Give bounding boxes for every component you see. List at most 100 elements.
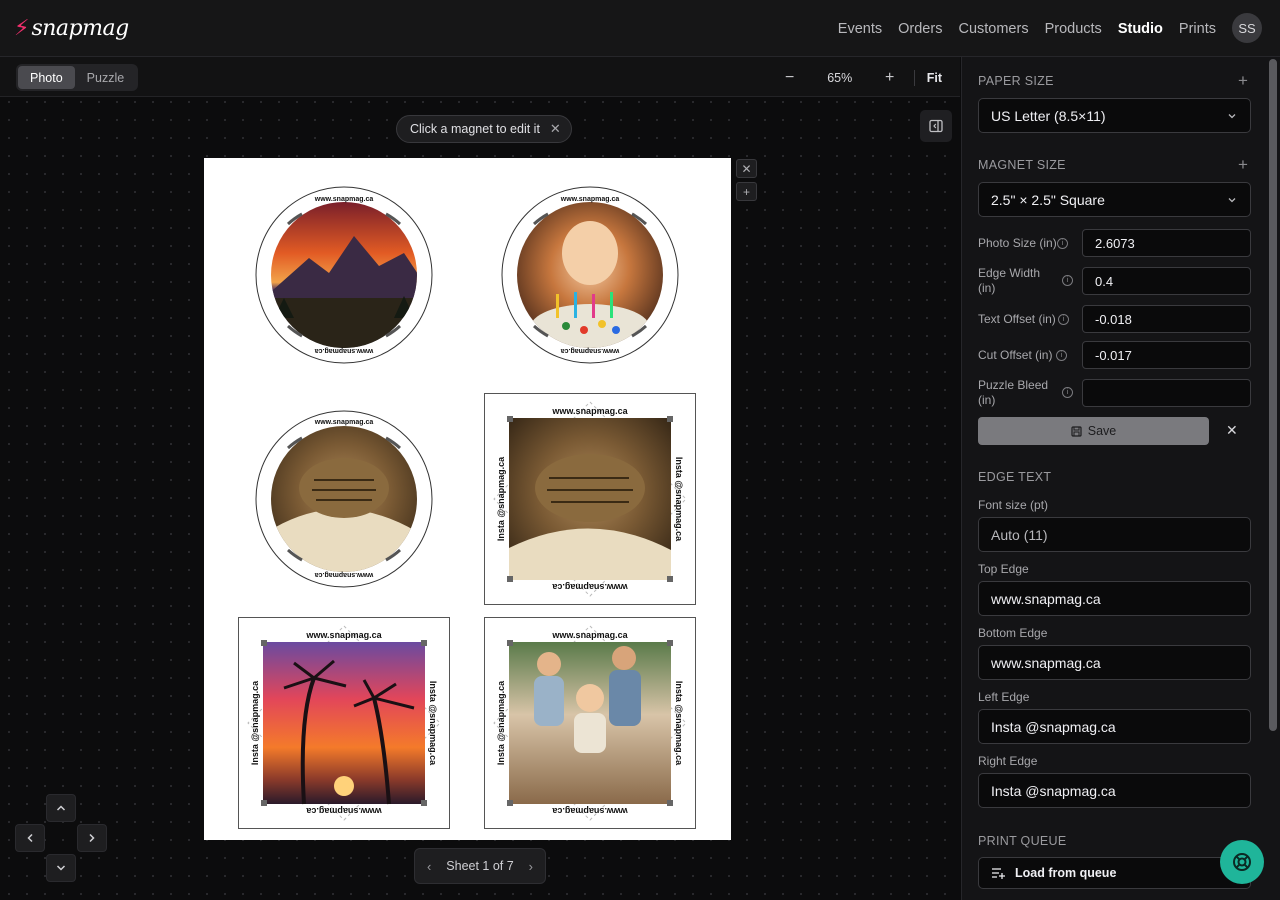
logo[interactable]: ⚡ snapmag (14, 12, 129, 44)
sheet-pager-label: Sheet 1 of 7 (446, 859, 514, 873)
magnet-left-text: Insta @snapmag.ca (250, 680, 260, 765)
load-from-queue-button[interactable]: Load from queue (978, 857, 1251, 889)
toggle-panel-button[interactable] (920, 110, 952, 142)
load-from-queue-label: Load from queue (1015, 866, 1117, 880)
magnet-size-select[interactable]: 2.5" × 2.5" Square (978, 182, 1251, 217)
right-edge-input[interactable] (978, 773, 1251, 808)
paper-size-select[interactable]: US Letter (8.5×11) (978, 98, 1251, 133)
nav-prints[interactable]: Prints (1179, 21, 1216, 37)
edit-hint-pill: Click a magnet to edit it ✕ (396, 115, 572, 143)
print-sheet: www.snapmag.ca www.snapmag.ca www.snapma… (204, 158, 731, 840)
save-icon (1071, 425, 1082, 437)
top-edge-label: Top Edge (978, 562, 1029, 576)
magnet-left-text: Insta @snapmag.ca (496, 680, 506, 765)
close-icon[interactable]: ✕ (1226, 422, 1238, 439)
photo-size-label: Photo Size (in) (978, 236, 1057, 250)
chevron-right-icon (89, 833, 95, 843)
magnet-bottom-text: www.snapmag.ca (315, 347, 375, 354)
font-size-label: Font size (pt) (978, 498, 1049, 512)
cut-offset-label: Cut Offset (in) (978, 348, 1053, 362)
puzzle-bleed-label: Puzzle Bleed (in) (978, 378, 1049, 407)
info-icon[interactable]: i (1056, 350, 1067, 361)
bottom-edge-label: Bottom Edge (978, 626, 1048, 640)
lifebuoy-icon (1233, 853, 1251, 871)
pan-down-button[interactable] (46, 854, 76, 882)
add-magnet-size-icon[interactable]: + (1238, 155, 1248, 175)
fit-button[interactable]: Fit (923, 71, 946, 85)
magnet-top-text: www.snapmag.ca (560, 196, 620, 203)
magnet-bottom-text: www.snapmag.ca (315, 571, 375, 578)
mode-photo-button[interactable]: Photo (18, 66, 75, 89)
pan-right-button[interactable] (77, 824, 107, 852)
magnet-size-value: 2.5" × 2.5" Square (991, 191, 1105, 208)
nav-events[interactable]: Events (838, 21, 882, 37)
right-edge-label: Right Edge (978, 754, 1038, 768)
magnet-top-text: www.snapmag.ca (551, 406, 628, 416)
text-offset-label: Text Offset (in) (978, 312, 1056, 326)
next-sheet-icon[interactable]: › (529, 859, 533, 874)
magnet-bottom-text: www.snapmag.ca (551, 582, 628, 592)
left-edge-label: Left Edge (978, 690, 1030, 704)
pan-left-button[interactable] (15, 824, 45, 852)
text-offset-input[interactable] (1082, 305, 1251, 333)
remove-sheet-button[interactable]: ✕ (736, 159, 757, 178)
mode-toggle: Photo Puzzle (16, 64, 139, 91)
magnet-right-text: Insta @snapmag.ca (674, 681, 684, 766)
magnet-right-text: Insta @snapmag.ca (674, 457, 684, 542)
magnet-left-text: Insta @snapmag.ca (496, 456, 506, 541)
zoom-in-button[interactable]: + (872, 69, 908, 87)
font-size-input[interactable] (978, 517, 1251, 552)
left-edge-input[interactable] (978, 709, 1251, 744)
magnet-size-title: MAGNET SIZE (978, 158, 1066, 172)
info-icon[interactable]: i (1062, 387, 1073, 398)
edge-width-input[interactable] (1082, 267, 1251, 295)
top-edge-input[interactable] (978, 581, 1251, 616)
magnet-top-text: www.snapmag.ca (314, 419, 374, 426)
magnet-top-text: www.snapmag.ca (314, 196, 374, 203)
sheet-pager: ‹ Sheet 1 of 7 › (414, 848, 546, 884)
close-hint-icon[interactable]: ✕ (550, 121, 561, 137)
save-button[interactable]: Save (978, 417, 1209, 445)
magnet-right-text: Insta @snapmag.ca (428, 681, 438, 766)
nav-customers[interactable]: Customers (958, 21, 1028, 37)
chevron-down-icon (56, 865, 66, 871)
magnet-circle-mountain[interactable]: www.snapmag.ca www.snapmag.ca (255, 186, 434, 364)
info-icon[interactable]: i (1062, 275, 1073, 286)
avatar[interactable]: SS (1232, 13, 1262, 43)
cut-offset-input[interactable] (1082, 341, 1251, 369)
sheet-canvas: www.snapmag.ca www.snapmag.ca www.snapma… (238, 186, 696, 829)
edge-text-title: EDGE TEXT (978, 470, 1052, 484)
magnet-square-palm[interactable]: www.snapmag.ca www.snapmag.ca Insta @sna… (238, 617, 450, 829)
info-icon[interactable]: i (1058, 314, 1069, 325)
add-sheet-button[interactable]: + (736, 182, 757, 201)
magnet-circle-cat[interactable]: www.snapmag.ca www.snapmag.ca (255, 410, 433, 588)
chevron-up-icon (56, 805, 66, 811)
photo-size-input[interactable] (1082, 229, 1251, 257)
panel-scrollbar[interactable] (1269, 59, 1277, 731)
magnet-square-family[interactable]: www.snapmag.ca www.snapmag.ca Insta @sna… (484, 617, 696, 829)
mode-puzzle-button[interactable]: Puzzle (75, 66, 137, 89)
top-bar: ⚡ snapmag Events Orders Customers Produc… (0, 0, 1280, 57)
main-nav: Events Orders Customers Products Studio … (838, 0, 1216, 57)
zoom-divider (913, 69, 915, 86)
pan-up-button[interactable] (46, 794, 76, 822)
puzzle-bleed-input[interactable] (1082, 379, 1251, 407)
list-add-icon (992, 868, 1005, 879)
help-button[interactable] (1220, 840, 1264, 884)
settings-panel: PAPER SIZE + US Letter (8.5×11) MAGNET S… (961, 57, 1280, 900)
nav-studio[interactable]: Studio (1118, 21, 1163, 37)
info-icon[interactable]: i (1057, 238, 1068, 249)
bottom-edge-input[interactable] (978, 645, 1251, 680)
magnet-top-text: www.snapmag.ca (551, 630, 628, 640)
add-paper-size-icon[interactable]: + (1238, 71, 1248, 91)
zoom-controls: − 65% + Fit (772, 64, 946, 91)
prev-sheet-icon[interactable]: ‹ (427, 859, 431, 874)
magnet-circle-birthday[interactable]: www.snapmag.ca www.snapmag.ca (501, 186, 679, 364)
canvas-toolbar: Photo Puzzle − 65% + Fit (0, 57, 960, 97)
edge-width-label: Edge Width (in) (978, 266, 1041, 295)
nav-products[interactable]: Products (1045, 21, 1102, 37)
magnet-square-cat[interactable]: www.snapmag.ca www.snapmag.ca Insta @sna… (484, 393, 696, 605)
zoom-out-button[interactable]: − (772, 69, 808, 87)
magnet-top-text: www.snapmag.ca (305, 630, 382, 640)
nav-orders[interactable]: Orders (898, 21, 942, 37)
